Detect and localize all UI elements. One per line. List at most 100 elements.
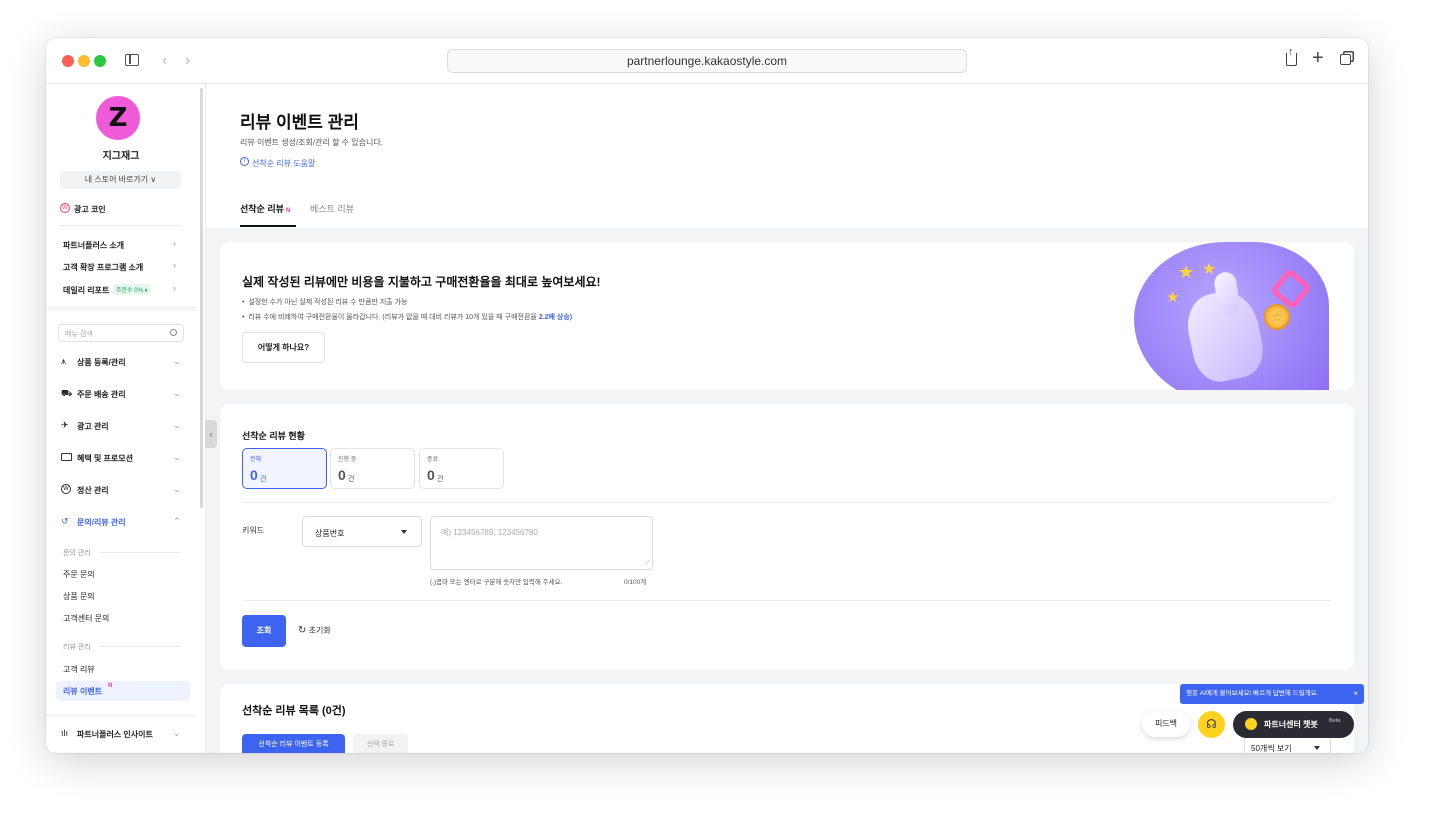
address-bar[interactable]: partnerlounge.kakaostyle.com: [447, 49, 967, 73]
how-to-button[interactable]: 어떻게 하나요?: [242, 332, 325, 363]
sidebar-item-review-event[interactable]: 리뷰 이벤트 N: [56, 681, 190, 701]
page-title: 리뷰 이벤트 관리: [240, 113, 359, 132]
store-shortcut-button[interactable]: 내 스토어 바로가기 ∨: [60, 171, 181, 189]
browser-titlebar: ‹ › partnerlounge.kakaostyle.com ↑ +: [46, 38, 1368, 84]
status-ended-card[interactable]: 종료 0 건: [419, 448, 504, 489]
sidebar-menu-orders[interactable]: 주문 배송 관리: [77, 389, 126, 400]
divider: [242, 502, 1331, 503]
help-link[interactable]: 선착순 리뷰 도움말: [252, 158, 315, 169]
caret-down-icon: [1314, 746, 1320, 750]
status-total-label: 전체: [250, 457, 262, 463]
sidebar-item-cs-inquiry[interactable]: 고객센터 문의: [63, 613, 109, 624]
chevron-down-icon: ⌄: [173, 452, 181, 462]
menu-search-input[interactable]: 메뉴 검색: [58, 324, 184, 342]
close-window-button[interactable]: [62, 55, 74, 67]
sidebar-menu-ads[interactable]: 광고 관리: [77, 421, 109, 432]
status-total-count: 0: [250, 467, 258, 483]
keyword-type-value: 상품번호: [315, 529, 345, 538]
banner-bullet-2-text: 리뷰 수에 비례하여 구매전환율이 올라갑니다. (리뷰가 없을 때 대비 리뷰…: [248, 314, 537, 321]
sidebar-toggle-icon[interactable]: [125, 54, 139, 66]
star-icon: ★: [1166, 289, 1180, 306]
keyword-type-select[interactable]: 상품번호: [302, 516, 422, 547]
inquiry-section-label: 문의 관리: [63, 550, 91, 557]
back-icon[interactable]: ‹: [162, 51, 167, 71]
headset-button[interactable]: ☊: [1198, 711, 1225, 738]
sidebar-menu-benefits[interactable]: 혜택 및 프로모션: [77, 453, 133, 464]
tab-active-underline: [240, 225, 296, 227]
status-total-card[interactable]: 전체 0 건: [242, 448, 327, 489]
sidebar-link-daily-report[interactable]: 데일리 리포트: [63, 285, 109, 296]
chevron-right-icon: ›: [173, 260, 176, 270]
status-ongoing-unit: 건: [348, 476, 355, 483]
page-content: Z 지그재그 내 스토어 바로가기 ∨ W 광고 코인 파트너플러스 소개 › …: [46, 84, 1368, 753]
coin-icon: W: [60, 203, 70, 213]
tab-first-come-label: 선착순 리뷰: [240, 204, 284, 214]
promo-banner: 실제 작성된 리뷰에만 비용을 지불하고 구매전환율을 최대로 높여보세요! •…: [220, 242, 1354, 390]
chart-icon: ılı: [61, 728, 69, 738]
sidebar-link-customer-program[interactable]: 고객 확장 프로그램 소개: [63, 262, 143, 273]
thumbs-up-illustration: ★ ★ ★ ☆: [1120, 242, 1330, 390]
close-icon[interactable]: ×: [1353, 684, 1358, 704]
chatbot-tooltip: 챗봇 AI에게 물어보세요! 빠르게 답변해 드릴게요. ×: [1180, 684, 1364, 704]
new-badge: N: [108, 683, 113, 689]
keyword-textarea[interactable]: 예) 123456789, 123456780 ⟋: [430, 516, 653, 570]
divider: [242, 600, 1331, 601]
sidebar-menu-insight[interactable]: 파트너플러스 인사이트: [77, 729, 153, 740]
sidebar: Z 지그재그 내 스토어 바로가기 ∨ W 광고 코인 파트너플러스 소개 › …: [46, 84, 206, 753]
forward-icon[interactable]: ›: [185, 51, 190, 71]
caret-down-icon: [401, 530, 407, 534]
register-event-button[interactable]: 선착순 리뷰 이벤트 등록: [242, 734, 345, 753]
end-selected-button[interactable]: 선택 종료: [353, 734, 408, 753]
ad-coin-link[interactable]: 광고 코인: [74, 204, 106, 215]
sidebar-item-product-inquiry[interactable]: 상품 문의: [63, 591, 95, 602]
tab-first-come-review[interactable]: 선착순 리뷰 N: [240, 202, 290, 215]
banner-title: 실제 작성된 리뷰에만 비용을 지불하고 구매전환율을 최대로 높여보세요!: [242, 275, 601, 289]
resize-handle-icon[interactable]: ⟋: [645, 560, 650, 568]
new-badge: N: [285, 208, 291, 214]
divider: [100, 646, 180, 647]
keyword-textarea-placeholder: 예) 123456789, 123456780: [441, 528, 538, 537]
chatbot-button[interactable]: 파트너센터 챗봇 Beta: [1233, 711, 1354, 738]
minimize-window-button[interactable]: [78, 55, 90, 67]
page-size-select[interactable]: 50개씩 보기: [1244, 736, 1331, 753]
chevron-down-icon: ⌄: [173, 388, 181, 398]
sidebar-scrollbar[interactable]: [200, 88, 203, 508]
keyword-hint: (,)콤마 또는 엔터로 구분해 숫자만 입력해 주세요.: [430, 579, 563, 586]
search-button[interactable]: 조회: [242, 615, 286, 647]
sidebar-menu-products[interactable]: 상품 등록/관리: [77, 357, 126, 368]
star-icon: ★: [1178, 262, 1195, 282]
status-card: 선착순 리뷰 현황 전체 0 건 진행 중 0 건 종료 0 건 키워드 상품번…: [220, 404, 1354, 670]
banner-highlight: 2.2배 상승): [538, 314, 573, 321]
feedback-label: 피드백: [1154, 719, 1178, 728]
zoom-window-button[interactable]: [94, 55, 106, 67]
chevron-down-icon: ⌄: [173, 356, 181, 366]
headset-icon: ☊: [1206, 717, 1217, 731]
store-name: 지그재그: [102, 151, 140, 162]
beta-badge: Beta: [1329, 718, 1341, 724]
banner-bullet-1: • 설정한 수가 아닌 실제 작성된 리뷰 수 만큼만 지출 가능: [242, 299, 408, 306]
share-arrow-icon: ↑: [1288, 46, 1294, 58]
sidebar-menu-settlement[interactable]: 정산 관리: [77, 485, 109, 496]
tab-best-review[interactable]: 베스트 리뷰: [310, 202, 354, 215]
status-total-unit: 건: [260, 476, 267, 483]
chevron-up-icon: ⌃: [173, 516, 181, 526]
status-ongoing-label: 진행 중: [338, 457, 357, 463]
chatbot-label: 파트너센터 챗봇: [1264, 720, 1318, 729]
sidebar-link-partnerplus[interactable]: 파트너플러스 소개: [63, 240, 124, 251]
chevron-right-icon: ›: [173, 283, 176, 293]
sidebar-item-customer-review[interactable]: 고객 리뷰: [63, 664, 95, 675]
sidebar-item-order-inquiry[interactable]: 주문 문의: [63, 569, 95, 580]
list-title: 선착순 리뷰 목록 (0건): [242, 705, 346, 717]
reset-button[interactable]: ↻ 초기화: [298, 625, 331, 636]
status-ongoing-card[interactable]: 진행 중 0 건: [330, 448, 415, 489]
new-tab-icon[interactable]: +: [1312, 48, 1324, 68]
tabs-overview-icon[interactable]: [1340, 54, 1351, 65]
divider: [60, 225, 181, 226]
sidebar-menu-inquiry-review[interactable]: 문의/리뷰 관리: [77, 517, 126, 528]
review-section-label: 리뷰 관리: [63, 644, 91, 651]
keyword-counter: 0/100개: [624, 579, 647, 586]
star-icon: ★: [1202, 261, 1217, 278]
section-separator: [46, 306, 196, 311]
chevron-down-icon: ⌄: [173, 484, 181, 494]
feedback-button[interactable]: 피드백: [1142, 711, 1190, 737]
